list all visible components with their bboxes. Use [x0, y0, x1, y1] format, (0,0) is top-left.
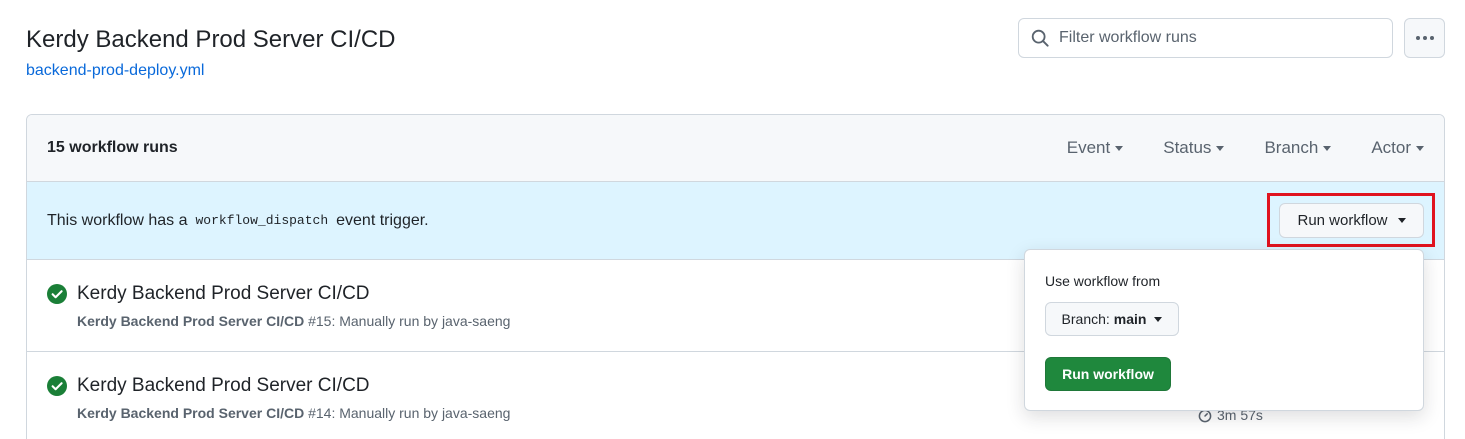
check-circle-fill-icon	[47, 284, 67, 304]
triangle-down-icon	[1154, 316, 1163, 322]
triangle-down-icon	[1216, 145, 1225, 151]
more-options-button[interactable]	[1404, 18, 1445, 58]
runs-count: 15 workflow runs	[47, 139, 178, 156]
run-workflow-submit-button[interactable]: Run workflow	[1045, 357, 1171, 391]
run-title[interactable]: Kerdy Backend Prod Server CI/CD	[77, 375, 370, 397]
run-workflow-dropdown-button[interactable]: Run workflow	[1279, 203, 1424, 238]
status-filter-menu[interactable]: Status	[1163, 138, 1225, 158]
branch-filter-menu[interactable]: Branch	[1264, 138, 1332, 158]
check-circle-fill-icon	[47, 376, 67, 396]
use-workflow-from-label: Use workflow from	[1045, 273, 1161, 289]
filter-runs-field[interactable]	[1018, 18, 1393, 58]
runs-filters: Event Status Branch Actor	[1067, 138, 1424, 158]
triangle-down-icon	[1115, 145, 1124, 151]
triangle-down-icon	[1416, 145, 1424, 151]
page-title: Kerdy Backend Prod Server CI/CD	[26, 26, 396, 53]
triangle-down-icon	[1323, 145, 1332, 151]
runs-box-header: 15 workflow runs Event Status Branch Act…	[27, 115, 1444, 182]
run-meta: Kerdy Backend Prod Server CI/CD #14: Man…	[77, 405, 511, 421]
run-title[interactable]: Kerdy Backend Prod Server CI/CD	[77, 283, 370, 305]
search-icon	[1031, 29, 1049, 47]
run-meta: Kerdy Backend Prod Server CI/CD #15: Man…	[77, 313, 511, 329]
run-workflow-popover: Use workflow from Branch: main Run workf…	[1024, 249, 1424, 411]
event-filter-menu[interactable]: Event	[1067, 138, 1124, 158]
branch-select-button[interactable]: Branch: main	[1045, 302, 1179, 336]
workflow-file-link[interactable]: backend-prod-deploy.yml	[26, 62, 204, 80]
dispatch-text-after: event trigger.	[336, 211, 429, 229]
actor-filter-menu[interactable]: Actor	[1371, 138, 1424, 158]
dispatch-text-before: This workflow has a	[47, 211, 188, 229]
dispatch-code: workflow_dispatch	[195, 213, 329, 228]
filter-runs-input[interactable]	[1059, 29, 1359, 47]
triangle-down-icon	[1397, 218, 1406, 223]
kebab-horizontal-icon	[1415, 36, 1420, 40]
